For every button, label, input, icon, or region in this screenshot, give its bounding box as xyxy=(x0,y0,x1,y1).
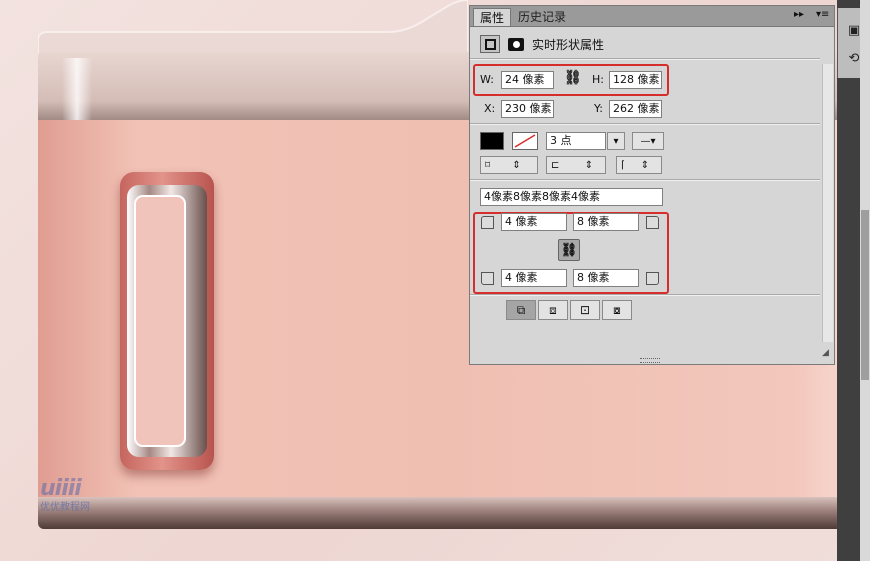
watermark-subtitle: 优优教程网 xyxy=(40,502,90,513)
canvas-scrollbar-thumb[interactable] xyxy=(861,210,869,380)
tab-history[interactable]: 历史记录 xyxy=(512,8,572,26)
bottom-left-radius-field[interactable]: 4 像素 xyxy=(501,269,567,287)
link-size-icon[interactable]: ⛓ xyxy=(564,70,582,86)
divider xyxy=(470,123,820,125)
panel-header-row: 实时形状属性 xyxy=(480,33,604,55)
stroke-width-field[interactable]: 3 点 xyxy=(546,132,606,150)
height-label: H: xyxy=(592,73,604,86)
link-radii-button[interactable]: ⛓ xyxy=(558,239,580,261)
top-right-radius-field[interactable]: 8 像素 xyxy=(573,213,639,231)
height-field[interactable]: 128 像素 xyxy=(609,71,662,89)
bottom-right-corner-icon xyxy=(646,272,659,285)
stroke-align-dropdown[interactable]: ⌑ ⇕ xyxy=(480,156,538,174)
width-label: W: xyxy=(480,73,494,86)
x-label: X: xyxy=(484,102,496,115)
handle-inner-recess xyxy=(134,195,186,447)
tab-properties[interactable]: 属性 xyxy=(473,8,512,26)
fill-color-swatch[interactable] xyxy=(480,132,504,150)
top-left-radius-field[interactable]: 4 像素 xyxy=(501,213,567,231)
folder-tab-shape xyxy=(38,0,468,60)
intersect-areas-icon[interactable]: ⊡ xyxy=(570,300,600,320)
top-right-corner-icon xyxy=(646,216,659,229)
exclude-overlap-icon[interactable]: ⧇ xyxy=(602,300,632,320)
resize-corner-icon[interactable]: ◢ xyxy=(822,348,829,358)
y-field[interactable]: 262 像素 xyxy=(609,100,662,118)
mask-icon[interactable] xyxy=(508,37,524,51)
panel-scrollbar[interactable] xyxy=(822,64,833,342)
panel-title: 实时形状属性 xyxy=(532,37,605,52)
stroke-width-dropdown-icon[interactable]: ▾ xyxy=(607,132,625,150)
shape-properties-icon[interactable] xyxy=(480,35,500,53)
panel-resize-grip[interactable] xyxy=(640,358,660,363)
width-field[interactable]: 24 像素 xyxy=(501,71,554,89)
top-left-corner-icon xyxy=(481,216,494,229)
y-label: Y: xyxy=(594,102,603,115)
divider xyxy=(470,58,820,60)
stroke-type-dropdown[interactable]: —▾ xyxy=(632,132,664,150)
folder-bottom-edge xyxy=(38,497,860,529)
stroke-caps-dropdown[interactable]: ⊏ ⇕ xyxy=(546,156,606,174)
stroke-color-swatch[interactable] xyxy=(512,132,538,150)
properties-panel: 属性 历史记录 ▸▸ ▾≡ 实时形状属性 W: 24 像素 ⛓ H: 128 像… xyxy=(469,5,835,365)
folder-top-shine xyxy=(62,58,92,122)
bottom-right-radius-field[interactable]: 8 像素 xyxy=(573,269,639,287)
corner-radius-combined-field[interactable]: 4像素8像素8像素4像素 xyxy=(480,188,663,206)
combine-shapes-icon[interactable]: ⧉ xyxy=(506,300,536,320)
subtract-front-icon[interactable]: ⧈ xyxy=(538,300,568,320)
panel-menu-icon[interactable]: ▾≡ xyxy=(816,9,829,20)
stroke-corners-dropdown[interactable]: ⌈ ⇕ xyxy=(616,156,662,174)
divider xyxy=(470,179,820,181)
divider xyxy=(470,294,820,296)
x-field[interactable]: 230 像素 xyxy=(501,100,554,118)
path-operations: ⧉ ⧈ ⊡ ⧇ xyxy=(506,300,634,320)
watermark: uiiii 优优教程网 xyxy=(40,476,90,513)
panel-tab-bar: 属性 历史记录 ▸▸ ▾≡ xyxy=(470,6,834,27)
bottom-left-corner-icon xyxy=(481,272,494,285)
collapse-panel-icon[interactable]: ▸▸ xyxy=(794,9,804,20)
